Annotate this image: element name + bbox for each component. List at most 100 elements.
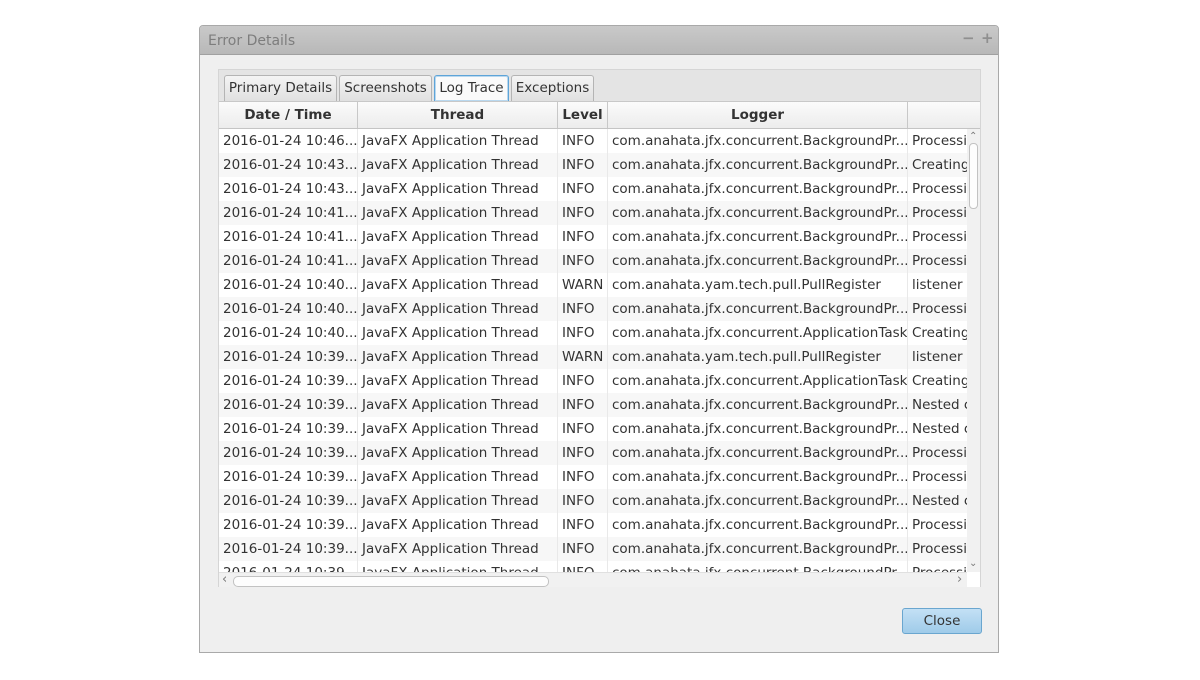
cell-level: INFO	[558, 129, 608, 153]
cell-message: Processi	[912, 541, 967, 557]
cell-level: WARN	[558, 345, 608, 369]
table-row[interactable]: 2016-01-24 10:39...JavaFX Application Th…	[219, 441, 967, 465]
column-header-logger[interactable]: Logger	[608, 102, 908, 128]
cell-logger: com.anahata.jfx.concurrent.BackgroundPr.…	[608, 393, 908, 417]
cell-level: INFO	[558, 417, 608, 441]
cell-thread: JavaFX Application Thread	[358, 369, 558, 393]
vertical-scrollbar[interactable]: ⌃ ⌄	[967, 129, 980, 572]
minimize-icon[interactable]: −	[962, 29, 975, 47]
table-row[interactable]: 2016-01-24 10:39...JavaFX Application Th…	[219, 369, 967, 393]
cell-date-time: 2016-01-24 10:39...	[219, 393, 358, 417]
maximize-icon[interactable]: +	[981, 29, 994, 47]
cell-date-time: 2016-01-24 10:40...	[219, 273, 358, 297]
table-row[interactable]: 2016-01-24 10:39...JavaFX Application Th…	[219, 561, 967, 572]
cell-thread: JavaFX Application Thread	[358, 393, 558, 417]
cell-thread: JavaFX Application Thread	[358, 201, 558, 225]
horizontal-scroll-thumb[interactable]	[233, 576, 549, 587]
scroll-left-icon[interactable]: ‹	[222, 573, 227, 586]
tab-primary-details[interactable]: Primary Details	[224, 75, 337, 101]
cell-logger: com.anahata.jfx.concurrent.BackgroundPr.…	[608, 513, 908, 537]
cell-thread: JavaFX Application Thread	[358, 273, 558, 297]
cell-level: INFO	[558, 177, 608, 201]
column-header-thread[interactable]: Thread	[358, 102, 558, 128]
table-row[interactable]: 2016-01-24 10:41... JavaFX Application Th…	[219, 249, 967, 273]
cell-logger: com.anahata.jfx.concurrent.BackgroundPr.…	[608, 489, 908, 513]
cell-logger: com.anahata.jfx.concurrent.BackgroundPr.…	[608, 249, 908, 273]
cell-thread: JavaFX Application Thread	[358, 537, 558, 561]
table-body: 2016-01-24 10:46... JavaFX Application Th…	[219, 129, 967, 572]
cell-message: Creating	[912, 373, 967, 389]
cell-date-time: 2016-01-24 10:43...	[219, 153, 358, 177]
cell-logger: com.anahata.jfx.concurrent.BackgroundPr.…	[608, 417, 908, 441]
cell-level: INFO	[558, 513, 608, 537]
cell-message: Processi	[912, 229, 967, 245]
cell-message: Processi	[908, 561, 967, 572]
title-bar[interactable]: Error Details − +	[200, 26, 998, 55]
table-row[interactable]: 2016-01-24 10:39...JavaFX Application Th…	[219, 417, 967, 441]
cell-date-time: 2016-01-24 10:41...	[219, 249, 358, 273]
cell-date-time: 2016-01-24 10:39...	[219, 465, 358, 489]
cell-message: Creating	[912, 325, 967, 341]
cell-logger: com.anahata.jfx.concurrent.BackgroundPr.…	[608, 153, 908, 177]
tab-log-trace[interactable]: Log Trace	[434, 75, 509, 101]
table-row[interactable]: 2016-01-24 10:41... JavaFX Application Th…	[219, 201, 967, 225]
cell-message: Nested c	[912, 397, 967, 413]
cell-message: Processi	[912, 301, 967, 317]
cell-level: INFO	[558, 321, 608, 345]
cell-date-time: 2016-01-24 10:40...	[219, 297, 358, 321]
table-row[interactable]: 2016-01-24 10:46... JavaFX Application Th…	[219, 129, 967, 153]
cell-logger: com.anahata.jfx.concurrent.BackgroundPr.…	[608, 441, 908, 465]
horizontal-scrollbar[interactable]: ‹ ›	[219, 572, 967, 587]
cell-logger: com.anahata.jfx.concurrent.BackgroundPr.…	[608, 537, 908, 561]
cell-date-time: 2016-01-24 10:39...	[219, 345, 358, 369]
cell-logger: com.anahata.jfx.concurrent.BackgroundPr.…	[608, 465, 908, 489]
cell-logger: com.anahata.jfx.concurrent.BackgroundPr.…	[608, 225, 908, 249]
tab-exceptions[interactable]: Exceptions	[511, 75, 594, 101]
table-row[interactable]: 2016-01-24 10:39...JavaFX Application Th…	[219, 465, 967, 489]
scroll-down-icon[interactable]: ⌄	[969, 559, 977, 569]
table-row[interactable]: 2016-01-24 10:39...JavaFX Application Th…	[219, 513, 967, 537]
cell-message: Processi	[912, 253, 967, 269]
table-row[interactable]: 2016-01-24 10:39...JavaFX Application Th…	[219, 393, 967, 417]
cell-date-time: 2016-01-24 10:43...	[219, 177, 358, 201]
column-header-date-time[interactable]: Date / Time	[219, 102, 358, 128]
cell-level: INFO	[558, 297, 608, 321]
tab-pane: Primary Details Screenshots Log Trace Ex…	[218, 69, 981, 587]
cell-level: INFO	[558, 465, 608, 489]
cell-date-time: 2016-01-24 10:41...	[219, 201, 358, 225]
cell-message: Processi	[912, 445, 967, 461]
table-row[interactable]: 2016-01-24 10:39...JavaFX Application Th…	[219, 489, 967, 513]
cell-message: Processi	[912, 469, 967, 485]
tab-screenshots[interactable]: Screenshots	[339, 75, 432, 101]
vertical-scroll-thumb[interactable]	[969, 143, 978, 209]
column-header-message[interactable]	[908, 102, 980, 128]
table-row[interactable]: 2016-01-24 10:41... JavaFX Application Th…	[219, 225, 967, 249]
cell-thread: JavaFX Application Thread	[358, 417, 558, 441]
log-table: Date / Time Thread Level Logger 2016-01-…	[219, 101, 980, 587]
table-row[interactable]: 2016-01-24 10:43... JavaFX Application Th…	[219, 177, 967, 201]
cell-logger: com.anahata.jfx.concurrent.BackgroundPr.…	[608, 561, 908, 572]
table-row[interactable]: 2016-01-24 10:40... JavaFX Application Th…	[219, 273, 967, 297]
cell-level: INFO	[558, 537, 608, 561]
cell-message: Processi	[912, 517, 967, 533]
cell-logger: com.anahata.jfx.concurrent.BackgroundPr.…	[608, 177, 908, 201]
cell-logger: com.anahata.jfx.concurrent.ApplicationTa…	[608, 321, 908, 345]
table-row[interactable]: 2016-01-24 10:39...JavaFX Application Th…	[219, 345, 967, 369]
cell-thread: JavaFX Application Thread	[358, 225, 558, 249]
cell-thread: JavaFX Application Thread	[358, 489, 558, 513]
cell-logger: com.anahata.jfx.concurrent.ApplicationTa…	[608, 369, 908, 393]
table-row[interactable]: 2016-01-24 10:40... JavaFX Application Th…	[219, 297, 967, 321]
close-button[interactable]: Close	[902, 608, 982, 634]
cell-message: listener	[912, 349, 963, 365]
scroll-right-icon[interactable]: ›	[957, 573, 962, 586]
table-row[interactable]: 2016-01-24 10:39...JavaFX Application Th…	[219, 537, 967, 561]
column-header-level[interactable]: Level	[558, 102, 608, 128]
table-row[interactable]: 2016-01-24 10:43... JavaFX Application Th…	[219, 153, 967, 177]
cell-logger: com.anahata.yam.tech.pull.PullRegister	[608, 273, 908, 297]
table-header: Date / Time Thread Level Logger	[219, 102, 980, 129]
cell-date-time: 2016-01-24 10:46...	[219, 129, 358, 153]
error-details-dialog: Error Details − + Primary Details Screen…	[199, 25, 999, 653]
scroll-up-icon[interactable]: ⌃	[969, 132, 977, 142]
cell-thread: JavaFX Application Thread	[358, 561, 558, 572]
table-row[interactable]: 2016-01-24 10:40... JavaFX Application Th…	[219, 321, 967, 345]
